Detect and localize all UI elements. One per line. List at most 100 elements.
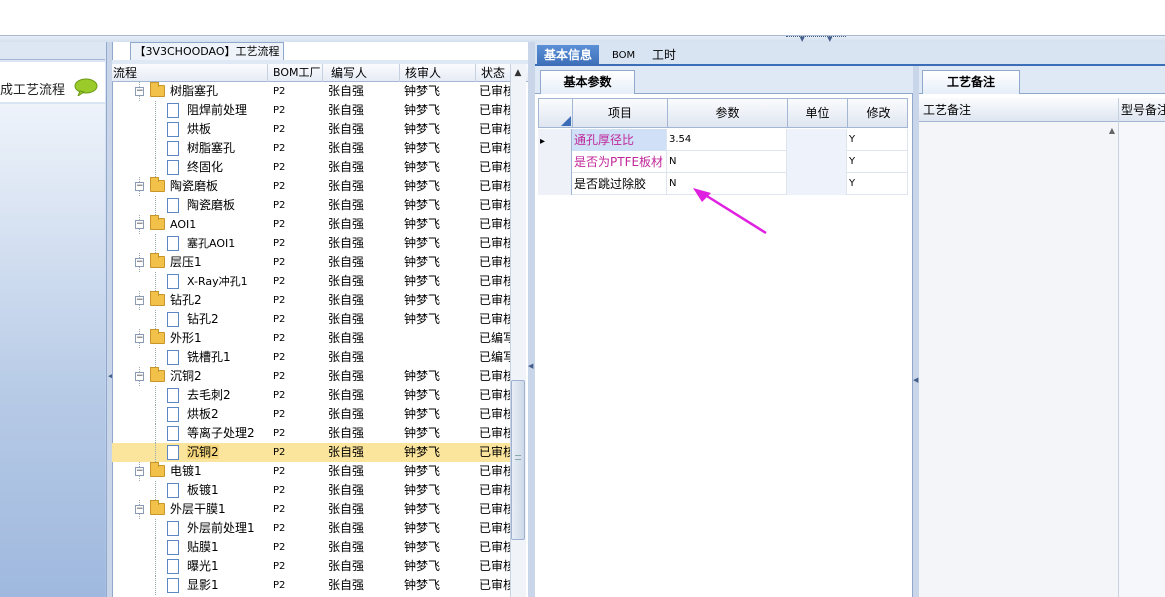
param-modify-cell[interactable]: Y <box>847 173 908 195</box>
tree-row[interactable]: − 树脂塞孔 P2 张自强 钟梦飞 已审核 <box>112 82 510 101</box>
tree-row[interactable]: 钻孔2 P2 张自强 钟梦飞 已审核 <box>112 310 510 329</box>
row-indicator[interactable]: ▸ <box>538 129 572 151</box>
column-header-param[interactable]: 参数 <box>668 99 788 128</box>
tree-node-label[interactable]: 烘板 <box>187 120 270 139</box>
collapse-toggle-icon[interactable]: − <box>135 505 144 514</box>
column-header-author[interactable]: 编写人 <box>325 64 400 82</box>
params-row[interactable]: ▸ 通孔厚径比 3.54 Y <box>538 129 908 151</box>
column-header-unit[interactable]: 单位 <box>788 99 848 128</box>
collapse-toggle-icon[interactable]: − <box>135 87 144 96</box>
row-indicator[interactable] <box>538 173 572 195</box>
tree-node-label[interactable]: 终固化 <box>187 158 270 177</box>
tree-row[interactable]: − 外层干膜1 P2 张自强 钟梦飞 已审核 <box>112 500 510 519</box>
collapse-toggle-icon[interactable]: − <box>135 258 144 267</box>
tab-basic-params[interactable]: 基本参数 <box>540 70 635 94</box>
column-header-process-note[interactable]: 工艺备注 <box>919 98 1119 122</box>
tree-row[interactable]: − 外形1 P2 张自强 已编写 <box>112 329 510 348</box>
collapse-toggle-icon[interactable]: − <box>135 372 144 381</box>
tree-row[interactable]: 终固化 P2 张自强 钟梦飞 已审核 <box>112 158 510 177</box>
param-unit-cell[interactable] <box>787 151 847 173</box>
tree-node-label[interactable]: 显影1 <box>187 576 270 595</box>
tree-node-label[interactable]: 阻焊前处理 <box>187 101 270 120</box>
collapse-toggle-icon[interactable]: − <box>135 182 144 191</box>
column-header-reviewer[interactable]: 核审人 <box>401 64 476 82</box>
tree-row[interactable]: 树脂塞孔 P2 张自强 钟梦飞 已审核 <box>112 139 510 158</box>
tree-node-label[interactable]: 去毛刺2 <box>187 386 270 405</box>
tree-node-label[interactable]: 外层干膜1 <box>170 500 270 519</box>
tree-node-label[interactable]: 沉铜2 <box>170 367 270 386</box>
param-unit-cell[interactable] <box>787 173 847 195</box>
tree-row[interactable]: 陶瓷磨板 P2 张自强 钟梦飞 已审核 <box>112 196 510 215</box>
tree-row[interactable]: − 陶瓷磨板 P2 张自强 钟梦飞 已审核 <box>112 177 510 196</box>
tree-node-label[interactable]: 层压1 <box>170 253 270 272</box>
tree-node-label[interactable]: 曝光1 <box>187 557 270 576</box>
tree-node-label[interactable]: 树脂塞孔 <box>170 82 270 101</box>
collapse-toggle-icon[interactable]: − <box>135 296 144 305</box>
tree-row[interactable]: 烘板2 P2 张自强 钟梦飞 已审核 <box>112 405 510 424</box>
tree-row[interactable]: 塞孔AOI1 P2 张自强 钟梦飞 已审核 <box>112 234 510 253</box>
tree-node-label[interactable]: AOI1 <box>170 215 270 234</box>
param-value-cell[interactable]: N <box>667 151 787 173</box>
tree-row[interactable]: 等离子处理2 P2 张自强 钟梦飞 已审核 <box>112 424 510 443</box>
tree-row[interactable]: 外层前处理1 P2 张自强 钟梦飞 已审核 <box>112 519 510 538</box>
tree-row[interactable]: − 钻孔2 P2 张自强 钟梦飞 已审核 <box>112 291 510 310</box>
tree-node-label[interactable]: 钻孔2 <box>187 310 270 329</box>
tree-node-label[interactable]: 陶瓷磨板 <box>187 196 270 215</box>
tree-node-label[interactable]: 钻孔2 <box>170 291 270 310</box>
tab-process-notes[interactable]: 工艺备注 <box>922 70 1020 94</box>
tree-row[interactable]: − 电镀1 P2 张自强 钟梦飞 已审核 <box>112 462 510 481</box>
tree-row[interactable]: − 层压1 P2 张自强 钟梦飞 已审核 <box>112 253 510 272</box>
tree-node-label[interactable]: 外形1 <box>170 329 270 348</box>
collapse-toggle-icon[interactable]: − <box>135 220 144 229</box>
speech-bubble-icon[interactable] <box>74 78 98 96</box>
tree-row[interactable]: − AOI1 P2 张自强 钟梦飞 已审核 <box>112 215 510 234</box>
tab-basic-info[interactable]: 基本信息 <box>537 45 600 66</box>
tree-node-label[interactable]: 塞孔AOI1 <box>187 234 270 253</box>
param-item-cell[interactable]: 是否跳过除胶 <box>572 173 667 195</box>
tree-node-label[interactable]: 外层前处理1 <box>187 519 270 538</box>
column-header-status[interactable]: 状态 <box>477 64 511 82</box>
tree-node-label[interactable]: 等离子处理2 <box>187 424 270 443</box>
tree-row[interactable]: 烘板 P2 张自强 钟梦飞 已审核 <box>112 120 510 139</box>
process-note-textarea[interactable]: ▲ <box>919 122 1119 597</box>
param-modify-cell[interactable]: Y <box>847 151 908 173</box>
tab-bom[interactable]: BOM <box>605 45 642 66</box>
tree-node-label[interactable]: 树脂塞孔 <box>187 139 270 158</box>
left-panel-title[interactable]: 成工艺流程 <box>0 79 65 98</box>
column-header-bom-factory[interactable]: BOM工厂 <box>270 64 323 82</box>
tree-row[interactable]: 阻焊前处理 P2 张自强 钟梦飞 已审核 <box>112 101 510 120</box>
model-note-textarea[interactable] <box>1119 122 1165 597</box>
tree-row[interactable]: 板镀1 P2 张自强 钟梦飞 已审核 <box>112 481 510 500</box>
row-indicator[interactable] <box>538 151 572 173</box>
tree-node-label[interactable]: 陶瓷磨板 <box>170 177 270 196</box>
column-header-item[interactable]: 项目 <box>573 99 668 128</box>
collapse-toggle-icon[interactable]: − <box>135 334 144 343</box>
column-header-model-note[interactable]: 型号备注 <box>1119 98 1165 122</box>
column-header-modify[interactable]: 修改 <box>848 99 909 128</box>
tree-row[interactable]: 显影1 P2 张自强 钟梦飞 已审核 <box>112 576 510 595</box>
param-item-cell[interactable]: 是否为PTFE板材 <box>572 151 667 173</box>
tree-row[interactable]: − 沉铜2 P2 张自强 钟梦飞 已审核 <box>112 367 510 386</box>
tree-node-label[interactable]: 沉铜2 <box>187 443 270 462</box>
tree-node-label[interactable]: 板镀1 <box>187 481 270 500</box>
tree-row[interactable]: 铣槽孔1 P2 张自强 已编写 <box>112 348 510 367</box>
tree-row[interactable]: 沉铜2 P2 张自强 钟梦飞 已审核 <box>112 443 510 462</box>
tree-node-label[interactable]: 电镀1 <box>170 462 270 481</box>
tree-row[interactable]: 曝光1 P2 张自强 钟梦飞 已审核 <box>112 557 510 576</box>
param-value-cell[interactable]: 3.54 <box>667 129 787 151</box>
tree-scrollbar-thumb[interactable] <box>511 380 525 540</box>
scroll-up-arrow-icon[interactable]: ▲ <box>1109 126 1115 135</box>
params-row[interactable]: 是否为PTFE板材 N Y <box>538 151 908 173</box>
middle-splitter[interactable]: ◀ <box>528 42 535 597</box>
param-item-cell[interactable]: 通孔厚径比 <box>572 129 667 151</box>
tree-row[interactable]: 去毛刺2 P2 张自强 钟梦飞 已审核 <box>112 386 510 405</box>
tree-node-label[interactable]: X-Ray冲孔1 <box>187 272 270 291</box>
collapse-toggle-icon[interactable]: − <box>135 467 144 476</box>
tree-node-label[interactable]: 烘板2 <box>187 405 270 424</box>
tree-row[interactable]: X-Ray冲孔1 P2 张自强 钟梦飞 已审核 <box>112 272 510 291</box>
tree-node-label[interactable]: 铣槽孔1 <box>187 348 270 367</box>
param-modify-cell[interactable]: Y <box>847 129 908 151</box>
scroll-up-arrow-icon[interactable]: ▲ <box>510 64 526 82</box>
tree-row[interactable]: 贴膜1 P2 张自强 钟梦飞 已审核 <box>112 538 510 557</box>
tab-work-hours[interactable]: 工时 <box>645 45 683 66</box>
